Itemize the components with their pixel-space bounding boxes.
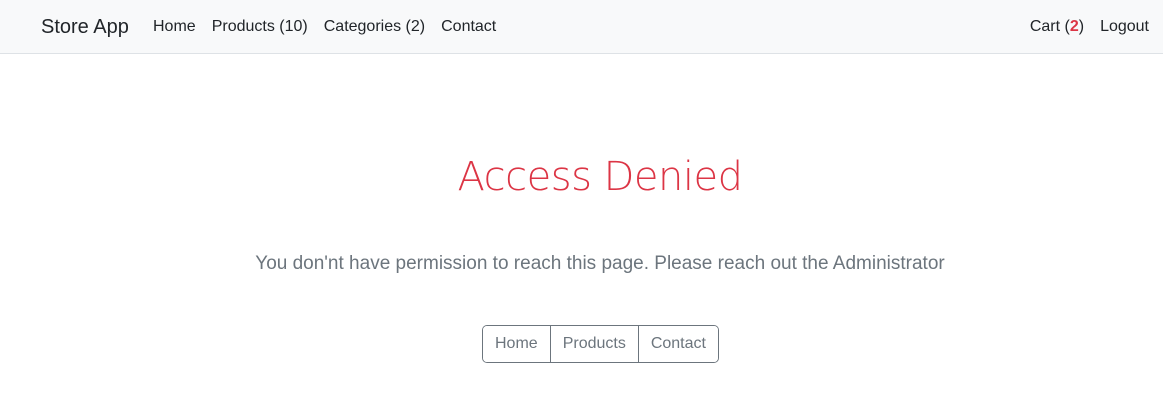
cart-label-prefix: Cart (	[1029, 18, 1070, 35]
nav-link-contact[interactable]: Contact	[441, 17, 496, 37]
page-title: Access Denied	[457, 154, 743, 200]
cart-label-suffix: )	[1078, 18, 1085, 35]
access-denied-message: You don'nt have permission to reach this…	[255, 253, 945, 274]
products-button[interactable]: Products	[549, 326, 638, 362]
top-navbar: Store App Home Products (10) Categories …	[0, 0, 1163, 54]
nav-right-links: Cart (2) Logout	[1014, 17, 1149, 37]
cart-link[interactable]: Cart (2)	[1030, 17, 1084, 37]
navigation-button-group: Home Products Contact	[482, 325, 719, 363]
cart-count-badge: 2	[1069, 18, 1079, 35]
brand-link[interactable]: Store App	[41, 15, 129, 39]
home-button[interactable]: Home	[483, 326, 550, 362]
contact-button[interactable]: Contact	[637, 326, 718, 362]
nav-links: Home Products (10) Categories (2) Contac…	[153, 17, 512, 37]
nav-link-home[interactable]: Home	[153, 17, 196, 37]
nav-link-products[interactable]: Products (10)	[212, 17, 308, 37]
nav-link-categories[interactable]: Categories (2)	[324, 17, 425, 37]
logout-link[interactable]: Logout	[1100, 17, 1149, 37]
